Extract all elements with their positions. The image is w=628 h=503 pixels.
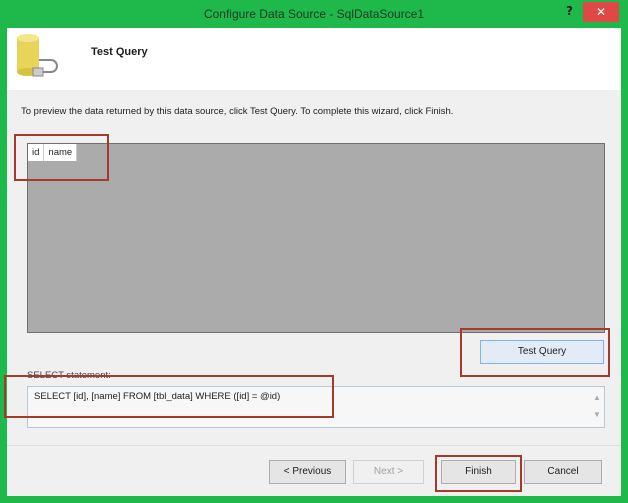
database-plug-icon [17, 34, 58, 77]
instructions-text: To preview the data returned by this dat… [21, 106, 454, 117]
next-button[interactable]: Next > [353, 460, 424, 484]
dialog-client: Test Query To preview the data returned … [7, 28, 621, 496]
scrollbar[interactable]: ▲ ▼ [592, 389, 602, 425]
preview-grid[interactable]: id name [27, 143, 605, 333]
cancel-button[interactable]: Cancel [524, 460, 602, 484]
highlight-box-finish [435, 455, 522, 492]
close-button[interactable]: ✕ [583, 2, 619, 22]
dialog-window: Configure Data Source - SqlDataSource1 ?… [0, 0, 628, 503]
window-title: Configure Data Source - SqlDataSource1 [203, 7, 425, 21]
page-title: Test Query [91, 46, 148, 58]
highlight-box-test-query [460, 328, 610, 377]
separator [7, 445, 621, 446]
help-button[interactable]: ? [566, 0, 573, 22]
previous-button[interactable]: < Previous [269, 460, 346, 484]
highlight-box-select [4, 375, 334, 418]
wizard-header: Test Query [7, 28, 621, 90]
highlight-box-columns [14, 134, 109, 181]
